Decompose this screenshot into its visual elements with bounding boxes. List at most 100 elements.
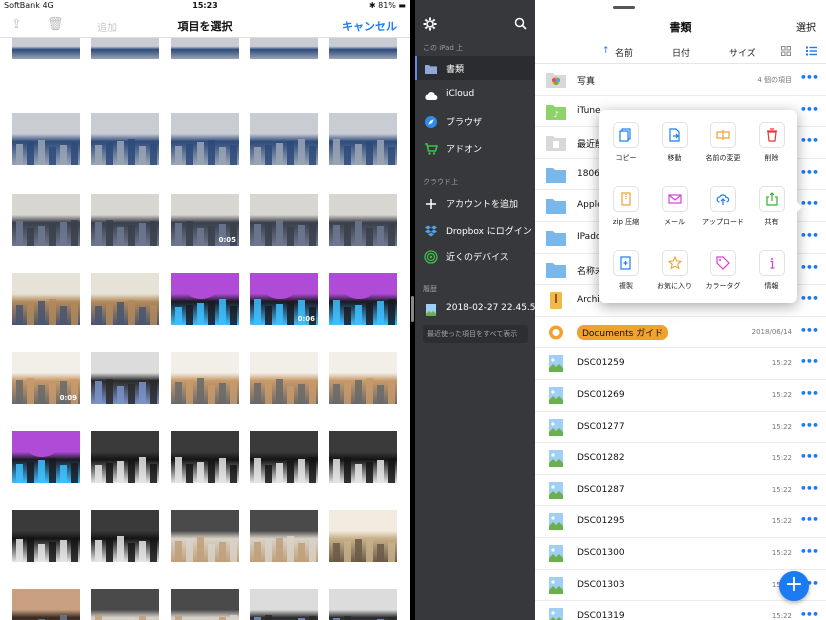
photo-thumbnail[interactable] [329,431,397,483]
more-options-icon[interactable]: ••• [800,103,819,116]
photo-thumbnail[interactable] [12,113,80,165]
photo-thumbnail[interactable] [91,38,159,59]
list-view-icon[interactable] [806,46,817,56]
multitask-grabber[interactable] [613,6,635,9]
photo-thumbnail[interactable] [12,431,80,483]
photo-thumbnail[interactable] [250,431,318,483]
file-row[interactable]: DSC01295 15:22 ••• [535,506,826,538]
more-options-icon[interactable]: ••• [800,71,819,84]
more-options-icon[interactable]: ••• [800,513,819,526]
action-rename[interactable]: 名前の変更 [699,122,747,182]
photo-thumbnail[interactable] [329,273,397,325]
more-options-icon[interactable]: ••• [800,482,819,495]
file-row[interactable]: DSC01282 15:22 ••• [535,443,826,475]
photo-thumbnail[interactable] [91,113,159,165]
photo-thumbnail[interactable] [171,113,239,165]
sidebar-item-ipad-3[interactable]: アドオン [415,136,535,160]
photo-thumbnail[interactable] [250,510,318,562]
action-upload[interactable]: アップロード [699,186,747,246]
more-options-icon[interactable]: ••• [800,197,819,210]
photo-thumbnail[interactable] [12,589,80,620]
more-options-icon[interactable]: ••• [800,134,819,147]
action-mail[interactable]: メール [651,186,699,246]
more-options-icon[interactable]: ••• [800,419,819,432]
photo-thumbnail[interactable] [91,589,159,620]
action-share[interactable]: 共有 [748,186,796,246]
photo-thumbnail[interactable] [171,589,239,620]
sort-by-date[interactable]: 日付 [672,46,690,59]
more-options-icon[interactable]: ••• [800,355,819,368]
photo-thumbnail[interactable] [171,273,239,325]
action-star[interactable]: お気に入り [651,250,699,310]
action-move[interactable]: 移動 [651,122,699,182]
more-options-icon[interactable]: ••• [800,608,819,620]
photo-thumbnail[interactable]: 0:05 [171,194,239,246]
sort-by-size[interactable]: サイズ [729,46,756,59]
show-all-recent-button[interactable]: 最近使った項目をすべて表示 [423,325,528,343]
file-row[interactable]: DSC01319 15:22 ••• [535,601,826,620]
action-trash[interactable]: 削除 [748,122,796,182]
photo-thumbnail[interactable] [250,589,318,620]
sidebar-item-ipad-1[interactable]: iCloud [415,83,535,107]
more-options-icon[interactable]: ••• [800,229,819,242]
photo-thumbnail[interactable]: 0:06 [250,273,318,325]
photo-thumbnail[interactable] [91,510,159,562]
photo-thumbnail[interactable] [12,510,80,562]
photo-thumbnail[interactable] [329,113,397,165]
photo-thumbnail[interactable] [329,589,397,620]
photo-thumbnail[interactable] [91,273,159,325]
more-options-icon[interactable]: ••• [800,292,819,305]
gear-icon[interactable] [423,17,437,31]
photo-thumbnail[interactable] [250,113,318,165]
more-options-icon[interactable]: ••• [800,324,819,337]
photo-thumbnail[interactable] [91,431,159,483]
action-duplicate[interactable]: 複製 [602,250,650,310]
file-row[interactable]: DSC01269 15:22 ••• [535,380,826,412]
file-row[interactable]: DSC01300 15:22 ••• [535,538,826,570]
add-button[interactable]: + [779,571,809,601]
sort-by-name[interactable]: 名前 [615,46,633,59]
photo-thumbnail[interactable] [171,510,239,562]
photo-thumbnail[interactable] [171,431,239,483]
sidebar-item-ipad-0[interactable]: 書類 [415,56,535,80]
file-row[interactable]: DSC01259 15:22 ••• [535,348,826,380]
file-row[interactable]: 写真 4 個の項目 ••• [535,64,826,96]
photo-thumbnail[interactable] [171,38,239,59]
photo-thumbnail[interactable]: 0:09 [12,352,80,404]
file-row[interactable]: Documents ガイド 2018/06/14 ••• [535,317,826,349]
file-row[interactable]: DSC01287 15:22 ••• [535,475,826,507]
photo-thumbnail[interactable] [329,194,397,246]
action-copy[interactable]: コピー [602,122,650,182]
photo-thumbnail[interactable] [250,352,318,404]
search-icon[interactable] [514,17,527,30]
photo-thumbnail[interactable] [250,194,318,246]
photo-thumbnail[interactable] [329,352,397,404]
sidebar-item-cloud-1[interactable]: Dropbox にログイン [415,218,535,242]
more-options-icon[interactable]: ••• [800,545,819,558]
divider-handle[interactable] [411,296,414,322]
photo-thumbnail[interactable] [329,510,397,562]
sidebar-item-history-0[interactable]: 2018-02-27 22.45.50 [415,297,541,321]
select-button[interactable]: 選択 [796,19,816,34]
photo-thumbnail[interactable] [171,352,239,404]
photo-thumbnail[interactable] [250,38,318,59]
photo-thumbnail[interactable] [91,194,159,246]
action-zip[interactable]: zip 圧縮 [602,186,650,246]
photo-thumbnail[interactable] [12,38,80,59]
cancel-button[interactable]: キャンセル [342,18,397,34]
more-options-icon[interactable]: ••• [800,450,819,463]
action-tag[interactable]: カラータグ [699,250,747,310]
photo-thumbnail[interactable] [91,352,159,404]
more-options-icon[interactable]: ••• [800,387,819,400]
sidebar-item-cloud-2[interactable]: 近くのデバイス [415,244,535,268]
photo-thumbnail[interactable] [329,38,397,59]
file-row[interactable]: DSC01277 15:22 ••• [535,412,826,444]
grid-view-icon[interactable] [781,46,791,56]
more-options-icon[interactable]: ••• [800,166,819,179]
photo-thumbnail[interactable] [12,194,80,246]
photo-thumbnail[interactable] [12,273,80,325]
sidebar-item-ipad-2[interactable]: ブラウザ [415,109,535,133]
sidebar-item-cloud-0[interactable]: アカウントを追加 [415,191,535,215]
more-options-icon[interactable]: ••• [800,261,819,274]
action-info[interactable]: 情報 [748,250,796,310]
